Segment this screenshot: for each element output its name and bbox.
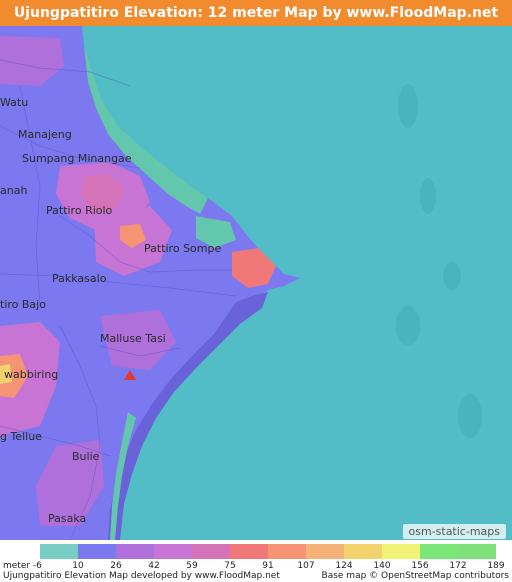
legend-tick-label: 42 bbox=[148, 561, 160, 571]
legend-tick-label: meter -6 bbox=[3, 561, 42, 571]
legend-tick-label: 107 bbox=[297, 561, 315, 571]
legend-tick-label: 91 bbox=[262, 561, 274, 571]
elevation-legend: meter -6 10 26 42 59 75 91 107 124 140 1… bbox=[0, 540, 512, 582]
place-label-pakkasalo: Pakkasalo bbox=[52, 272, 107, 285]
osm-static-maps-badge: osm-static-maps bbox=[402, 524, 506, 539]
place-label-pattiro-sompe: Pattiro Sompe bbox=[144, 242, 221, 255]
place-label-manajeng: Manajeng bbox=[18, 128, 72, 141]
legend-tick-label: 140 bbox=[373, 561, 391, 571]
legend-color-12 bbox=[458, 544, 496, 559]
legend-color-2 bbox=[78, 544, 116, 559]
legend-color-6 bbox=[230, 544, 268, 559]
legend-tick-label: 172 bbox=[449, 561, 467, 571]
map-title: Ujungpatitiro Elevation: 12 meter Map by… bbox=[0, 0, 512, 47]
legend-color-1 bbox=[40, 544, 78, 559]
place-label-wabbiring: wabbiring bbox=[4, 368, 58, 381]
legend-color-11 bbox=[420, 544, 458, 559]
place-label-watu: Watu bbox=[0, 96, 28, 109]
place-label-tiro-bajo: tiro Bajo bbox=[0, 298, 46, 311]
legend-tick-label: 59 bbox=[186, 561, 198, 571]
place-label-bulie: Bulie bbox=[72, 450, 100, 463]
legend-color-7 bbox=[268, 544, 306, 559]
legend-color-10 bbox=[382, 544, 420, 559]
legend-tick-label: 189 bbox=[487, 561, 505, 571]
place-label-malluse-tasi: Malluse Tasi bbox=[100, 332, 166, 345]
legend-color-8 bbox=[306, 544, 344, 559]
legend-tick-label: 10 bbox=[72, 561, 84, 571]
legend-color-3 bbox=[116, 544, 154, 559]
elevation-map[interactable]: Watu Manajeng Sumpang Minangae anah Patt… bbox=[0, 26, 512, 540]
legend-color-5 bbox=[192, 544, 230, 559]
legend-color-9 bbox=[344, 544, 382, 559]
legend-tick-label: 156 bbox=[411, 561, 429, 571]
legend-tick-label: 75 bbox=[224, 561, 236, 571]
legend-tick-label: 124 bbox=[335, 561, 353, 571]
place-label-pasaka: Pasaka bbox=[48, 512, 86, 525]
place-label-pattiro-riolo: Pattiro Riolo bbox=[46, 204, 113, 217]
credit-openstreetmap[interactable]: Base map © OpenStreetMap contributors bbox=[322, 571, 509, 581]
credit-floodmap[interactable]: Ujungpatitiro Elevation Map developed by… bbox=[3, 571, 280, 581]
legend-color-4 bbox=[154, 544, 192, 559]
legend-tick-label: 26 bbox=[110, 561, 122, 571]
place-label-anah: anah bbox=[0, 184, 27, 197]
place-label-sumpang-minangae: Sumpang Minangae bbox=[22, 152, 132, 165]
place-label-tellue: g Tellue bbox=[0, 430, 42, 443]
